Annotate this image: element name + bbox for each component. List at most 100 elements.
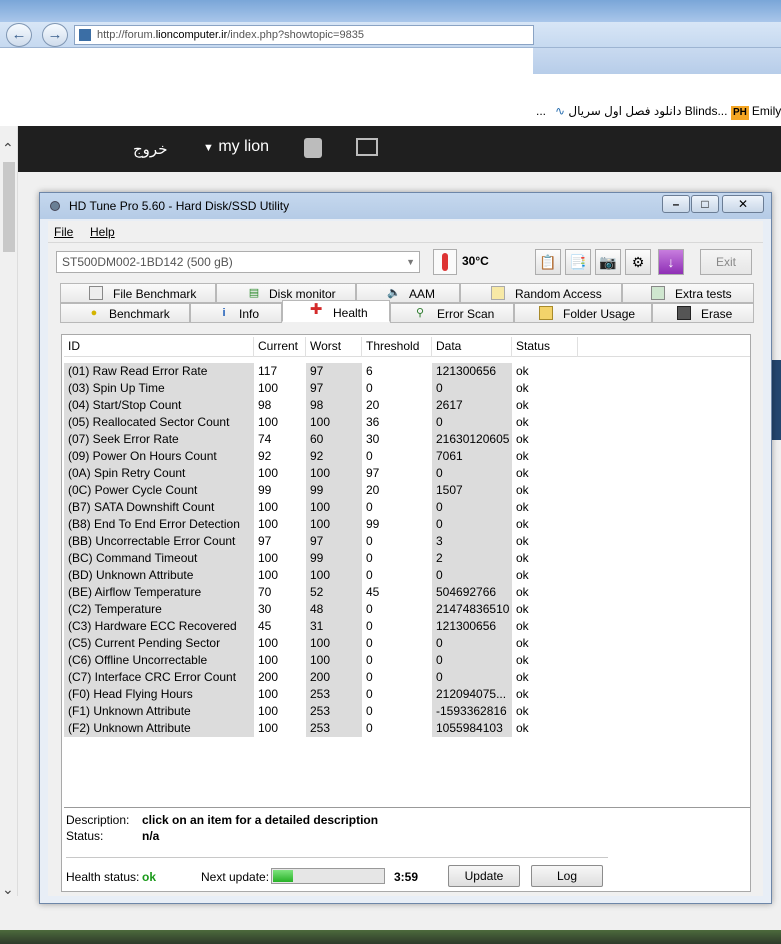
temperature-readout: 30°C	[462, 254, 489, 268]
table-row[interactable]: (C7) Interface CRC Error Count 200 200 0 0 ok	[64, 669, 750, 686]
cell-worst: 100	[306, 516, 362, 533]
update-button[interactable]: Update	[448, 865, 520, 887]
cell-status: ok	[516, 636, 529, 650]
tab-benchmark[interactable]: ● Benchmark	[60, 303, 190, 323]
cell-worst: 92	[306, 448, 362, 465]
tab-folder-usage[interactable]: Folder Usage	[514, 303, 652, 323]
column-header-current[interactable]: Current	[254, 337, 306, 357]
exit-button[interactable]: Exit	[700, 249, 752, 275]
favorite-item-ellipsis[interactable]: ...	[536, 98, 546, 124]
tab-label: Error Scan	[437, 307, 495, 321]
window-title: HD Tune Pro 5.60 - Hard Disk/SSD Utility	[69, 199, 290, 213]
table-row[interactable]: (BE) Airflow Temperature 70 52 45 504692766 o…	[64, 584, 750, 601]
url-prefix: http://forum.	[97, 29, 156, 41]
column-header-threshold[interactable]: Threshold	[362, 337, 432, 357]
minimize-button[interactable]: –	[662, 195, 690, 213]
table-row[interactable]: (07) Seek Error Rate 74 60 30 21630120605 ok	[64, 431, 750, 448]
table-row[interactable]: (F1) Unknown Attribute 100 253 0 -1593362816…	[64, 703, 750, 720]
tab-file-benchmark[interactable]: File Benchmark	[60, 283, 216, 303]
scroll-thumb[interactable]	[3, 162, 15, 252]
table-row[interactable]: (03) Spin Up Time 100 97 0 0 ok	[64, 380, 750, 397]
cell-threshold: 0	[366, 619, 373, 633]
options-icon[interactable]: ⚙	[625, 249, 651, 275]
page-scrollbar[interactable]: ⌃ ⌄	[0, 126, 18, 898]
back-arrow-icon[interactable]: ←	[6, 23, 32, 47]
drive-select[interactable]: ST500DM002-1BD142 (500 gB) ▼	[56, 251, 420, 273]
cell-threshold: 0	[366, 704, 373, 718]
tab-erase[interactable]: Erase	[652, 303, 754, 323]
column-header-worst[interactable]: Worst	[306, 337, 362, 357]
window-titlebar[interactable]: HD Tune Pro 5.60 - Hard Disk/SSD Utility…	[40, 193, 771, 219]
cell-data: 7061	[432, 448, 512, 465]
table-row[interactable]: (04) Start/Stop Count 98 98 20 2617 ok	[64, 397, 750, 414]
cell-status: ok	[516, 534, 529, 548]
tab-health[interactable]: ✚ Health	[282, 300, 390, 322]
cell-id: (0A) Spin Retry Count	[64, 465, 254, 482]
forward-arrow-icon[interactable]: →	[42, 23, 68, 47]
table-row[interactable]: (0A) Spin Retry Count 100 100 97 0 ok	[64, 465, 750, 482]
save-download-icon[interactable]: ↓	[658, 249, 684, 275]
cell-threshold: 20	[366, 398, 380, 412]
menu-help[interactable]: Help	[90, 225, 115, 239]
table-row[interactable]: (BB) Uncorrectable Error Count 97 97 0 3 ok	[64, 533, 750, 550]
cell-worst: 253	[306, 686, 362, 703]
random-access-icon	[491, 286, 505, 300]
mail-icon[interactable]	[356, 138, 378, 156]
log-button[interactable]: Log	[531, 865, 603, 887]
cell-current: 45	[258, 619, 272, 633]
close-button[interactable]: ✕	[722, 195, 764, 213]
table-row[interactable]: (C2) Temperature 30 48 0 21474836510 ok	[64, 601, 750, 618]
cell-threshold: 0	[366, 653, 373, 667]
cell-current: 100	[258, 653, 279, 667]
cell-threshold: 0	[366, 670, 373, 684]
column-header-data[interactable]: Data	[432, 337, 512, 357]
copy-all-icon[interactable]: 📑	[565, 249, 591, 275]
address-bar[interactable]: http://forum.lioncomputer.ir/index.php?s…	[74, 25, 534, 45]
table-row[interactable]: (F2) Unknown Attribute 100 253 0 1055984103 o…	[64, 720, 750, 737]
scroll-up-icon[interactable]: ⌃	[2, 140, 14, 157]
cell-id: (BC) Command Timeout	[64, 550, 254, 567]
lightbulb-icon: ●	[90, 307, 98, 319]
next-update-progress	[271, 868, 385, 884]
table-row[interactable]: (C6) Offline Uncorrectable 100 100 0 0 ok	[64, 652, 750, 669]
cell-current: 100	[258, 500, 279, 514]
menu-bar: File Help	[48, 221, 763, 243]
tab-extra-tests[interactable]: Extra tests	[622, 283, 754, 303]
table-row[interactable]: (05) Reallocated Sector Count 100 100 36 0 ok	[64, 414, 750, 431]
cell-worst: 99	[306, 550, 362, 567]
cell-status: ok	[516, 721, 529, 735]
table-row[interactable]: (B7) SATA Downshift Count 100 100 0 0 ok	[64, 499, 750, 516]
table-row[interactable]: (01) Raw Read Error Rate 117 97 6 121300656 o…	[64, 363, 750, 380]
logout-link[interactable]: خروج	[133, 140, 167, 158]
cell-threshold: 0	[366, 381, 373, 395]
table-row[interactable]: (C5) Current Pending Sector 100 100 0 0 ok	[64, 635, 750, 652]
menu-file[interactable]: File	[54, 225, 73, 239]
tab-random-access[interactable]: Random Access	[460, 283, 622, 303]
column-header-status[interactable]: Status	[512, 337, 578, 357]
favorite-item-series[interactable]: ∿ دانلود فصل اول سریال Blinds...	[555, 98, 727, 124]
user-menu[interactable]: ▼ my lion	[203, 138, 269, 156]
tab-info[interactable]: i Info	[190, 303, 282, 323]
maximize-button[interactable]: □	[691, 195, 719, 213]
table-row[interactable]: (C3) Hardware ECC Recovered 45 31 0 12130065…	[64, 618, 750, 635]
profile-icon[interactable]	[304, 138, 322, 158]
table-row[interactable]: (09) Power On Hours Count 92 92 0 7061 ok	[64, 448, 750, 465]
cell-worst: 98	[306, 397, 362, 414]
column-header-id[interactable]: ID	[64, 337, 254, 357]
forum-header-bar: خروج ▼ my lion	[18, 126, 781, 172]
table-row[interactable]: (BD) Unknown Attribute 100 100 0 0 ok	[64, 567, 750, 584]
table-row[interactable]: (B8) End To End Error Detection 100 100 99 0…	[64, 516, 750, 533]
copy-info-icon[interactable]: 📋	[535, 249, 561, 275]
cell-current: 117	[258, 364, 278, 378]
scroll-down-icon[interactable]: ⌄	[2, 881, 14, 898]
table-row[interactable]: (BC) Command Timeout 100 99 0 2 ok	[64, 550, 750, 567]
favorite-item-emily[interactable]: PH Emily	[731, 98, 781, 124]
table-row[interactable]: (F0) Head Flying Hours 100 253 0 212094075..…	[64, 686, 750, 703]
tab-error-scan[interactable]: ⚲ Error Scan	[390, 303, 514, 323]
screenshot-camera-icon[interactable]: 📷	[595, 249, 621, 275]
progress-fill	[273, 870, 293, 882]
taskbar-strip	[0, 0, 781, 22]
table-row[interactable]: (0C) Power Cycle Count 99 99 20 1507 ok	[64, 482, 750, 499]
cell-data: 2	[432, 550, 512, 567]
ph-badge-icon: PH	[731, 106, 749, 120]
